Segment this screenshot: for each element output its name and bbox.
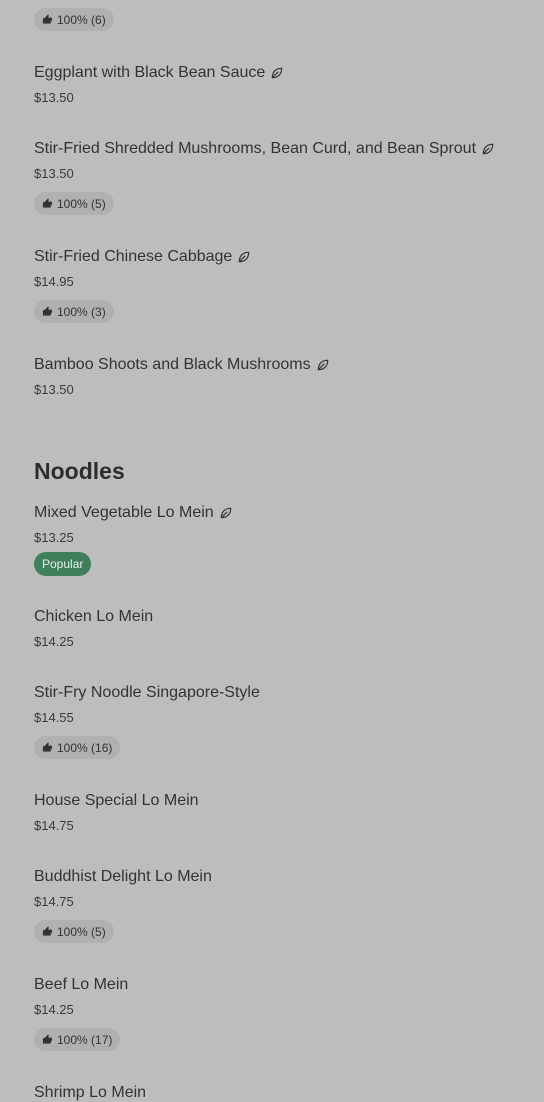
item-price: $13.50 [34, 90, 74, 105]
rating-pill: 100% (5) [34, 920, 114, 943]
section-title-noodles: Noodles [34, 458, 125, 484]
item-price: $13.50 [34, 382, 74, 397]
rating-pill: 100% (3) [34, 300, 114, 323]
item-price: $13.50 [34, 166, 74, 181]
rating-pill: 100% (17) [34, 1028, 121, 1051]
item-name: Chicken Lo Mein [34, 608, 154, 625]
rating-text: 100% (3) [57, 304, 106, 319]
item-name: Stir-Fried Shredded Mushrooms, Bean Curd… [34, 139, 495, 159]
rating-text: 100% (5) [57, 196, 106, 211]
thumbs-up-icon [42, 14, 53, 24]
rating-pill: 100% (5) [34, 192, 114, 215]
item-price: $13.25 [34, 530, 74, 545]
item-price: $14.55 [34, 710, 74, 725]
item-name: Beef Lo Mein [34, 976, 129, 993]
menu-page: 100% (6) Eggplant with Black Bean Sauce … [0, 0, 544, 1102]
rating-pill: 100% (16) [34, 736, 121, 759]
leaf-icon [272, 67, 283, 79]
item-price: $14.75 [34, 894, 74, 909]
leaf-icon [317, 359, 328, 371]
item-name: Stir-Fried Chinese Cabbage [34, 247, 251, 267]
thumbs-up-icon [42, 742, 53, 752]
leaf-icon [239, 251, 250, 263]
leaf-icon [482, 143, 494, 155]
leaf-icon [220, 507, 231, 519]
item-name: Bamboo Shoots and Black Mushrooms [34, 355, 330, 375]
rating-text: 100% (16) [57, 740, 113, 755]
rating-pill: 100% (6) [34, 8, 114, 31]
item-name: Stir-Fry Noodle Singapore-Style [34, 684, 260, 701]
rating-text: 100% (17) [57, 1032, 113, 1047]
thumbs-up-icon [42, 306, 53, 316]
rating-text: 100% (5) [57, 924, 106, 939]
item-price: $14.25 [34, 634, 74, 649]
item-name: Eggplant with Black Bean Sauce [34, 63, 284, 83]
item-price: $14.75 [34, 818, 74, 833]
item-name: House Special Lo Mein [34, 792, 199, 809]
item-name: Mixed Vegetable Lo Mein [34, 503, 233, 523]
thumbs-up-icon [42, 926, 53, 936]
popular-badge: Popular [34, 552, 92, 576]
item-name: Shrimp Lo Mein [34, 1084, 147, 1101]
thumbs-up-icon [42, 1034, 53, 1044]
item-name: Buddhist Delight Lo Mein [34, 868, 212, 885]
thumbs-up-icon [42, 198, 53, 208]
item-price: $14.95 [34, 274, 74, 289]
item-price: $14.25 [34, 1002, 74, 1017]
rating-text: 100% (6) [57, 12, 106, 27]
